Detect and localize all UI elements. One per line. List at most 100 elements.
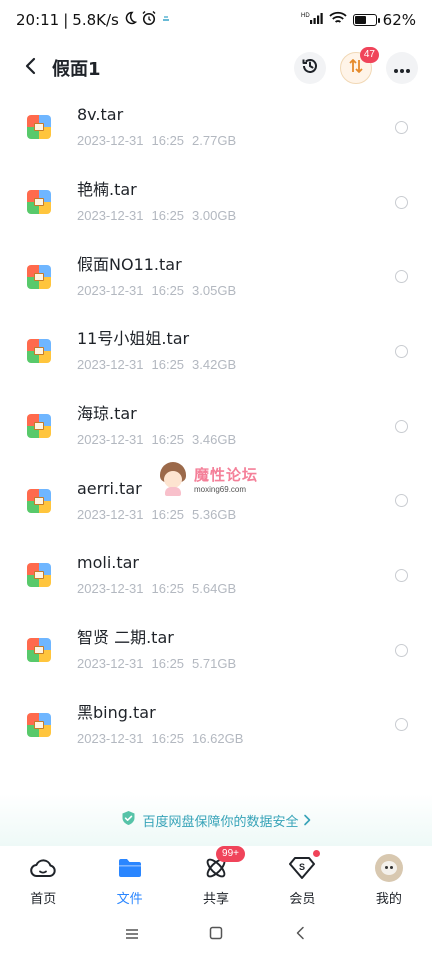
archive-file-icon bbox=[27, 414, 51, 439]
select-checkbox[interactable] bbox=[395, 344, 408, 358]
archive-file-icon bbox=[27, 264, 51, 289]
status-separator: | bbox=[63, 11, 69, 29]
file-date: 2023-12-31 bbox=[77, 506, 144, 522]
status-left: 20:11 | 5.8K/s bbox=[16, 10, 171, 30]
system-back-button[interactable] bbox=[288, 922, 312, 946]
file-size: 3.00GB bbox=[192, 208, 237, 224]
archive-file-icon bbox=[27, 339, 51, 364]
security-text: 百度网盘保障你的数据安全 bbox=[142, 814, 299, 830]
file-name: 黑bing.tar bbox=[77, 702, 156, 722]
file-name: 智贤 二期.tar bbox=[77, 628, 174, 648]
file-name: 假面NO11.tar bbox=[77, 254, 182, 274]
network-speed: 5.8K/s bbox=[72, 11, 119, 29]
file-name: 海琼.tar bbox=[77, 404, 137, 424]
nav-vip[interactable]: S 会员 bbox=[259, 848, 345, 912]
file-info: 黑bing.tar 2023-12-31 16:25 16.62GB bbox=[77, 703, 395, 747]
nav-me[interactable]: 我的 bbox=[346, 848, 432, 912]
select-checkbox[interactable] bbox=[395, 195, 408, 209]
file-date: 2023-12-31 bbox=[77, 282, 144, 298]
select-checkbox[interactable] bbox=[395, 419, 408, 433]
file-meta: 2023-12-31 16:25 2.77GB bbox=[77, 133, 395, 149]
file-name: 艳楠.tar bbox=[77, 180, 137, 200]
file-size: 16.62GB bbox=[192, 730, 244, 746]
archive-file-icon bbox=[27, 115, 51, 140]
archive-file-icon bbox=[27, 638, 51, 663]
header-actions: 47 bbox=[294, 47, 418, 84]
alarm-icon bbox=[141, 10, 157, 30]
share-badge: 99+ bbox=[216, 845, 245, 862]
more-button[interactable] bbox=[386, 52, 418, 84]
nav-me-label: 我的 bbox=[375, 891, 402, 907]
security-banner[interactable]: 百度网盘保障你的数据安全 bbox=[0, 794, 432, 846]
chevron-left-icon bbox=[295, 925, 305, 944]
watermark-url: moxing69.com bbox=[194, 485, 247, 494]
nav-files-label: 文件 bbox=[116, 891, 143, 907]
file-info: 11号小姐姐.tar 2023-12-31 16:25 3.42GB bbox=[77, 329, 395, 373]
system-nav bbox=[0, 914, 432, 954]
file-name: 11号小姐姐.tar bbox=[77, 329, 190, 349]
file-info: 假面NO11.tar 2023-12-31 16:25 3.05GB bbox=[77, 255, 395, 299]
file-row[interactable]: 智贤 二期.tar 2023-12-31 16:25 5.71GB bbox=[0, 613, 432, 688]
file-meta: 2023-12-31 16:25 3.05GB bbox=[77, 283, 395, 299]
history-icon bbox=[300, 56, 320, 80]
file-meta: 2023-12-31 16:25 3.00GB bbox=[77, 208, 395, 224]
archive-file-icon bbox=[27, 190, 51, 215]
file-list: 8v.tar 2023-12-31 16:25 2.77GB 艳楠.tar 2023… bbox=[0, 90, 432, 762]
file-size: 2.77GB bbox=[192, 133, 237, 149]
file-row[interactable]: 黑bing.tar 2023-12-31 16:25 16.62GB bbox=[0, 688, 432, 763]
file-time: 16:25 bbox=[151, 133, 185, 149]
file-row[interactable]: 艳楠.tar 2023-12-31 16:25 3.00GB bbox=[0, 165, 432, 240]
file-date: 2023-12-31 bbox=[77, 581, 144, 597]
battery-fill bbox=[354, 16, 367, 24]
watermark-text: 魔性论坛 moxing69.com bbox=[194, 464, 258, 494]
select-checkbox[interactable] bbox=[395, 270, 408, 284]
nav-files[interactable]: 文件 bbox=[86, 848, 172, 912]
file-row[interactable]: 11号小姐姐.tar 2023-12-31 16:25 3.42GB bbox=[0, 314, 432, 389]
bottom-nav: 首页 文件 99+ 共享 S 会员 我的 bbox=[0, 845, 432, 912]
file-info: 8v.tar 2023-12-31 16:25 2.77GB bbox=[77, 105, 395, 149]
file-name: moli.tar bbox=[77, 553, 140, 573]
file-time: 16:25 bbox=[151, 282, 185, 298]
file-row[interactable]: moli.tar 2023-12-31 16:25 5.64GB bbox=[0, 538, 432, 613]
select-checkbox[interactable] bbox=[395, 643, 408, 657]
chevron-right-icon bbox=[303, 811, 311, 830]
watermark-title: 魔性论坛 bbox=[194, 466, 259, 484]
select-checkbox[interactable] bbox=[395, 568, 408, 582]
archive-file-icon bbox=[27, 712, 51, 737]
svg-text:S: S bbox=[299, 862, 305, 872]
folder-icon bbox=[116, 854, 144, 882]
file-row[interactable]: 8v.tar 2023-12-31 16:25 2.77GB bbox=[0, 90, 432, 165]
select-checkbox[interactable] bbox=[395, 120, 408, 134]
file-meta: 2023-12-31 16:25 3.42GB bbox=[77, 357, 395, 373]
file-meta: 2023-12-31 16:25 3.46GB bbox=[77, 432, 395, 448]
cloud-icon bbox=[29, 854, 57, 882]
transfer-badge: 47 bbox=[359, 47, 379, 63]
transfer-button[interactable]: 47 bbox=[340, 47, 379, 84]
file-time: 16:25 bbox=[151, 581, 185, 597]
menu-button[interactable] bbox=[120, 922, 144, 946]
file-time: 16:25 bbox=[151, 208, 185, 224]
file-size: 5.71GB bbox=[192, 656, 237, 672]
history-button[interactable] bbox=[294, 52, 326, 84]
select-checkbox[interactable] bbox=[395, 494, 408, 508]
file-name: 8v.tar bbox=[77, 105, 124, 125]
file-meta: 2023-12-31 16:25 5.36GB bbox=[77, 507, 395, 523]
moon-icon bbox=[123, 11, 138, 29]
file-row[interactable]: 假面NO11.tar 2023-12-31 16:25 3.05GB bbox=[0, 239, 432, 314]
file-date: 2023-12-31 bbox=[77, 432, 144, 448]
archive-file-icon bbox=[27, 488, 51, 513]
nav-share[interactable]: 99+ 共享 bbox=[173, 845, 259, 912]
nav-share-label: 共享 bbox=[203, 891, 230, 907]
file-time: 16:25 bbox=[151, 730, 185, 746]
more-dots-icon bbox=[393, 59, 411, 78]
file-row[interactable]: 海琼.tar 2023-12-31 16:25 3.46GB bbox=[0, 389, 432, 464]
nav-home[interactable]: 首页 bbox=[0, 848, 86, 912]
home-button[interactable] bbox=[204, 922, 228, 946]
select-checkbox[interactable] bbox=[395, 718, 408, 732]
file-time: 16:25 bbox=[151, 357, 185, 373]
file-time: 16:25 bbox=[151, 656, 185, 672]
back-button[interactable] bbox=[10, 46, 50, 90]
file-time: 16:25 bbox=[151, 432, 185, 448]
shield-check-icon bbox=[121, 810, 136, 830]
file-meta: 2023-12-31 16:25 16.62GB bbox=[77, 731, 395, 747]
